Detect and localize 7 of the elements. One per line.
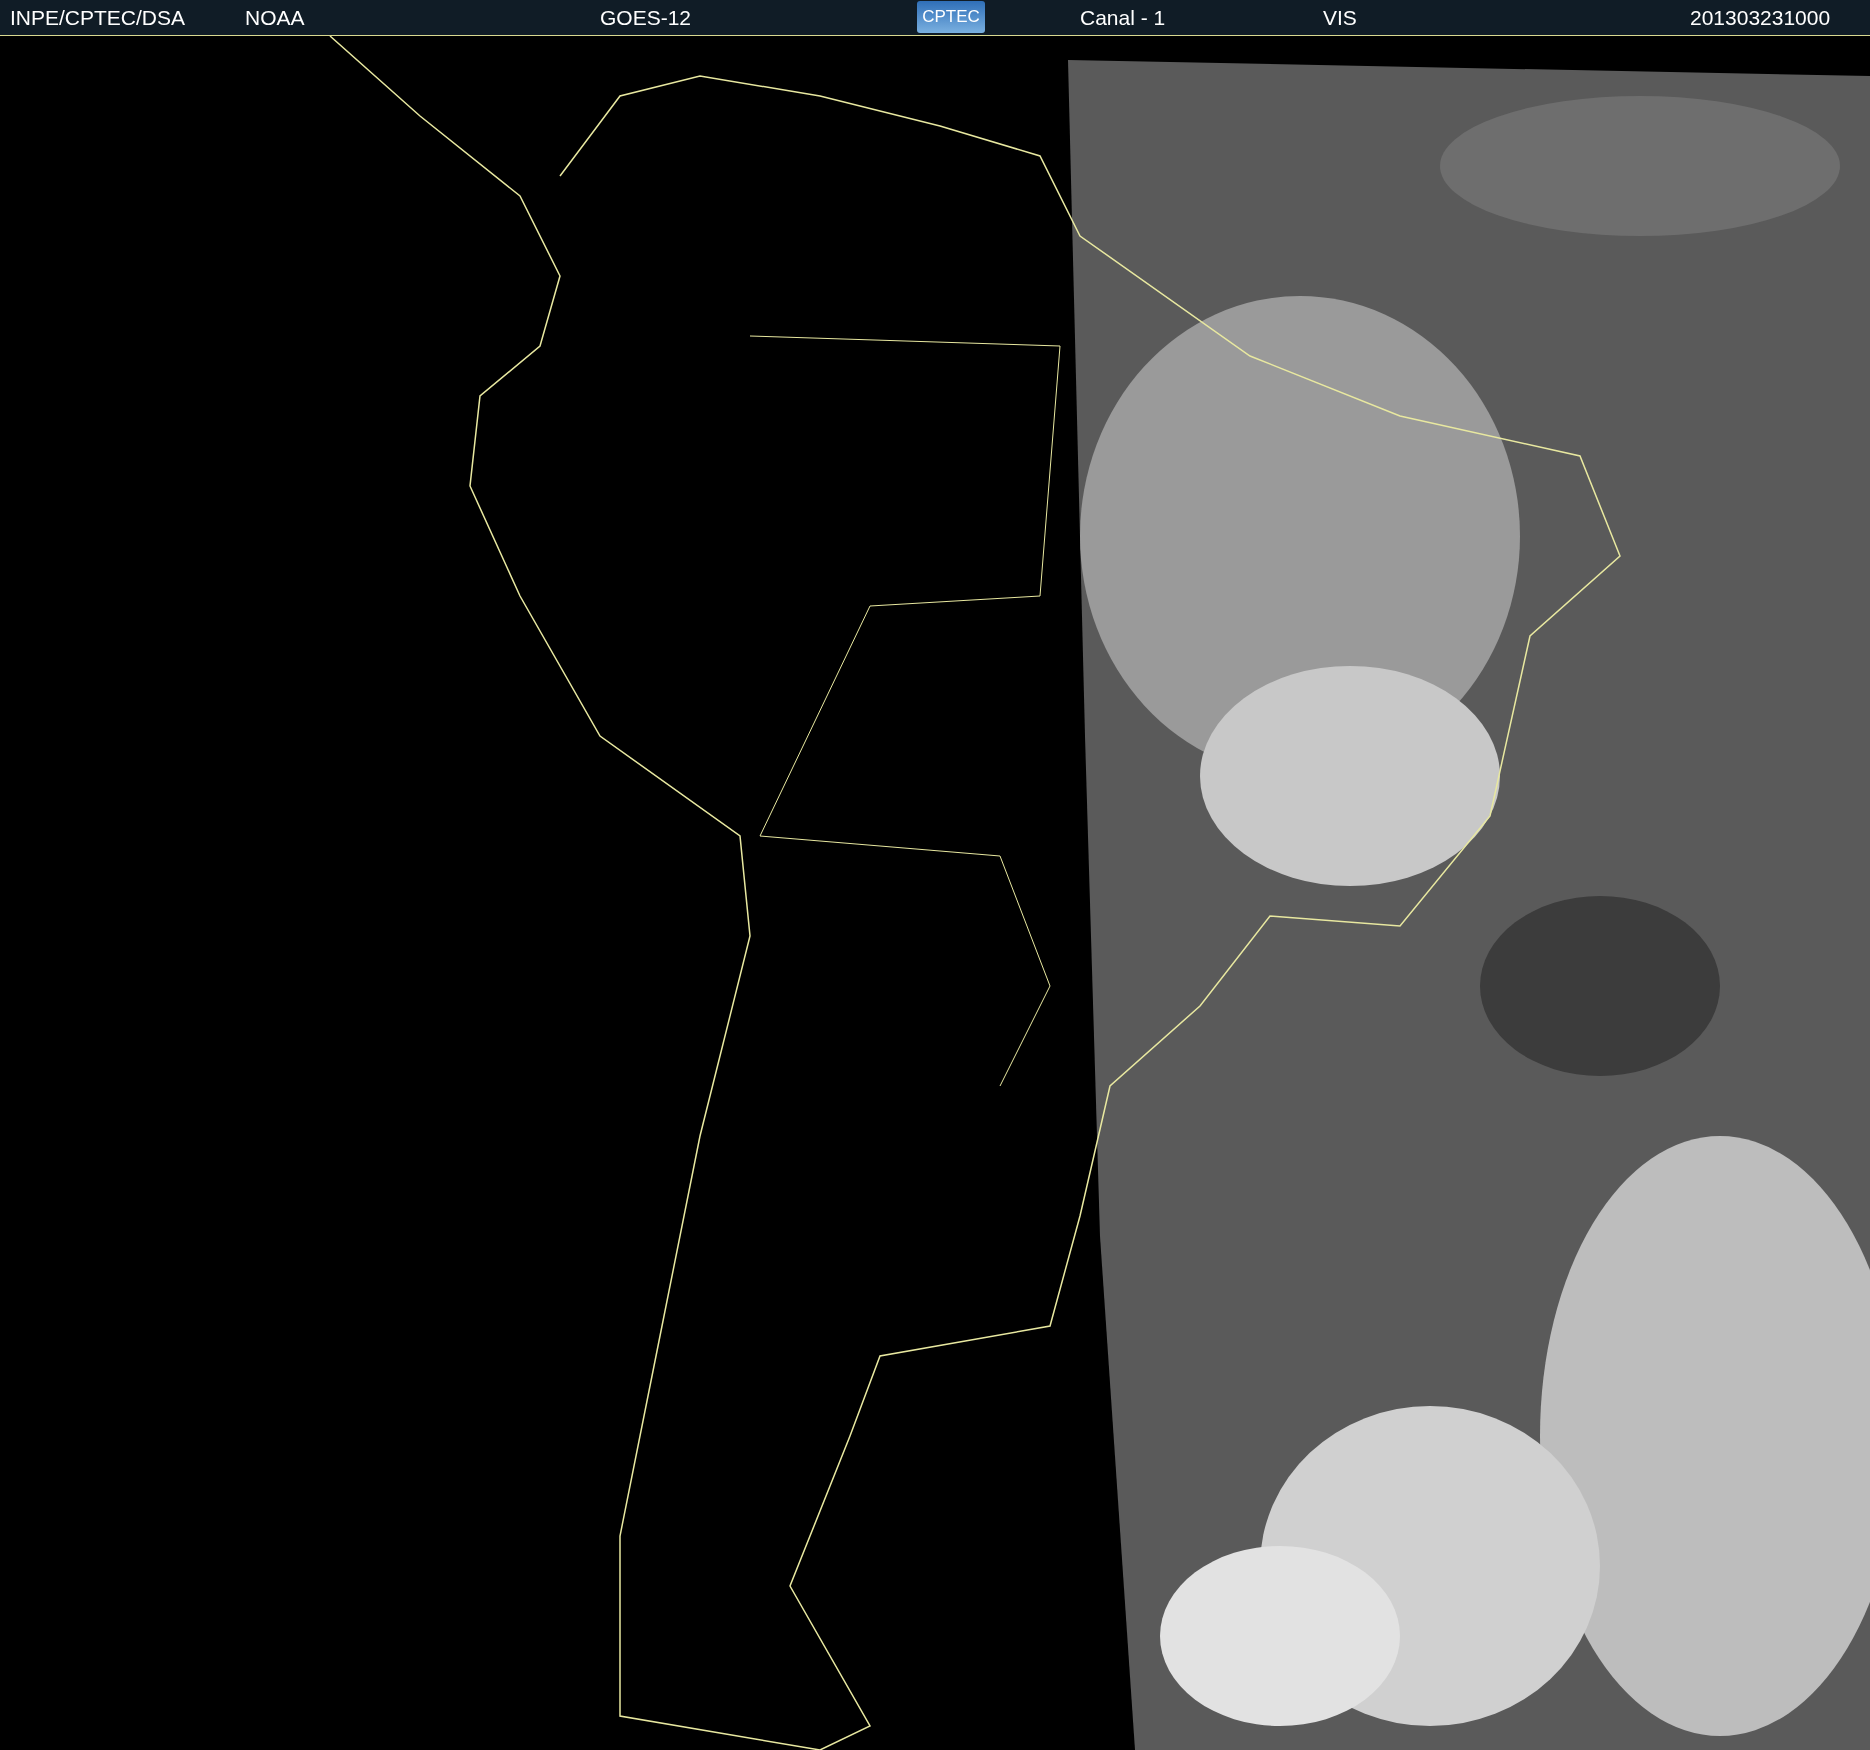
source-label: NOAA bbox=[245, 6, 305, 30]
logo: CPTEC bbox=[917, 1, 985, 33]
agency-label: INPE/CPTEC/DSA bbox=[10, 6, 186, 30]
timestamp-label: 201303231000 bbox=[1690, 6, 1831, 30]
band-label: VIS bbox=[1323, 6, 1357, 30]
channel-label: Canal - 1 bbox=[1080, 6, 1166, 30]
satellite-label: GOES-12 bbox=[600, 6, 692, 30]
